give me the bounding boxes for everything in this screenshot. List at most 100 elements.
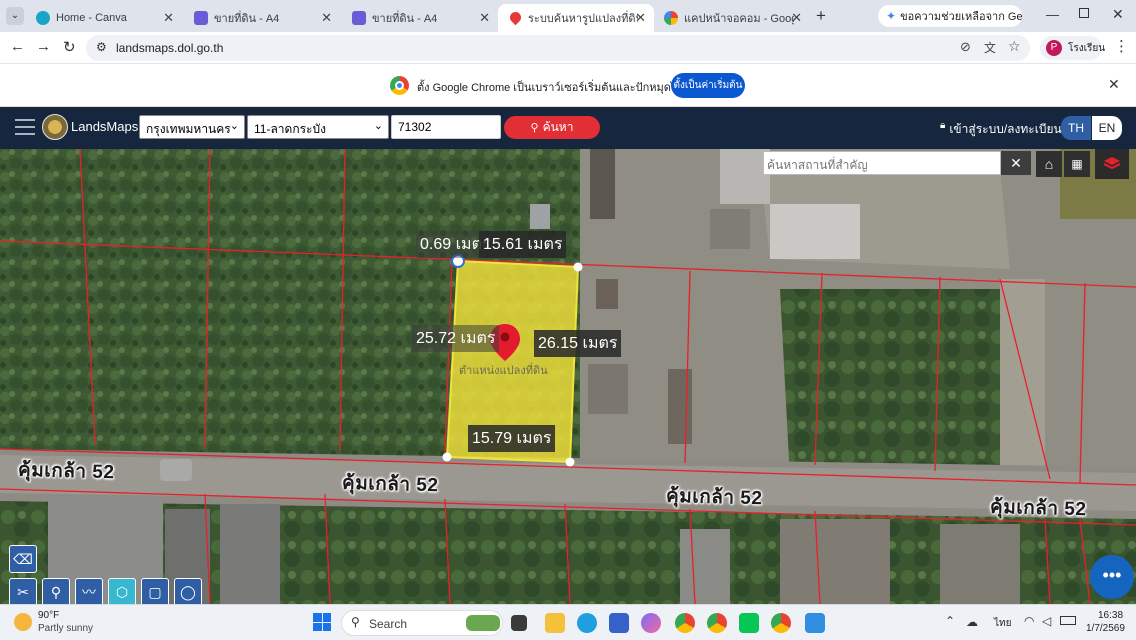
- search-button[interactable]: ⚲ ค้นหา: [504, 116, 600, 139]
- home-icon[interactable]: ⌂: [1036, 151, 1062, 177]
- building-roof: [680, 529, 730, 604]
- address-bar[interactable]: ⚙ landsmaps.dol.go.th ⊘ 文 ☆: [86, 35, 1030, 61]
- lock-icon: 🔒︎: [940, 120, 946, 131]
- vertex-handle[interactable]: [565, 457, 575, 467]
- tab-google-search[interactable]: แคปหน้าจอคอม - Google Se ✕: [654, 4, 810, 32]
- file-explorer-icon[interactable]: [545, 613, 565, 633]
- province-select[interactable]: กรุงเทพมหานคร ⌄: [139, 115, 245, 139]
- edge-icon[interactable]: [577, 613, 597, 633]
- weather-desc: Partly sunny: [38, 623, 94, 634]
- forward-arrow-icon[interactable]: →: [36, 38, 51, 55]
- profile-button[interactable]: P โรงเรียน: [1040, 36, 1105, 60]
- vehicle: [160, 459, 192, 481]
- close-icon[interactable]: ✕: [791, 10, 802, 26]
- building-roof: [220, 504, 280, 604]
- vertex-handle[interactable]: [442, 452, 452, 462]
- satellite-map[interactable]: [0, 149, 1136, 604]
- minimize-button[interactable]: —: [1046, 7, 1059, 22]
- new-tab-button[interactable]: +: [816, 6, 826, 26]
- site-info-icon[interactable]: ⚙: [96, 40, 107, 54]
- road-label: คุ้มเกล้า 52: [665, 485, 763, 510]
- district-select[interactable]: 11-ลาดกระบัง ⌄: [247, 115, 389, 139]
- bookmark-star-icon[interactable]: ☆: [1008, 38, 1021, 55]
- close-icon[interactable]: ✕: [479, 10, 490, 26]
- eraser-tool-button[interactable]: ⌫: [9, 545, 37, 573]
- maximize-button[interactable]: [1079, 8, 1089, 18]
- taskbar-search[interactable]: ⚲ Search: [341, 610, 503, 636]
- structure: [596, 279, 618, 309]
- set-default-button[interactable]: ตั้งเป็นค่าเริ่มต้น: [671, 73, 745, 98]
- line-tool-button[interactable]: 〰: [75, 578, 103, 604]
- tab-a4-1[interactable]: ขายที่ดิน - A4 ✕: [184, 4, 340, 32]
- road-label: คุ้มเกล้า 52: [989, 496, 1087, 521]
- chevron-up-icon[interactable]: ⌃: [945, 614, 955, 628]
- bare-ground: [940, 524, 1020, 604]
- windows-taskbar: 90°F Partly sunny ⚲ Search ⌃ ☁ ไทย ◠ ◁ 1…: [0, 604, 1136, 640]
- more-options-fab[interactable]: •••: [1090, 555, 1134, 599]
- back-arrow-icon[interactable]: ←: [10, 38, 25, 55]
- gemini-button[interactable]: ✦ ขอความช่วยเหลือจาก Gemini: [878, 5, 1022, 27]
- road-label: คุ้มเกล้า 52: [17, 459, 115, 484]
- document-icon: [194, 11, 208, 25]
- map-pin-dot: [500, 332, 510, 342]
- tab-a4-2[interactable]: ขายที่ดิน - A4 ✕: [342, 4, 498, 32]
- start-button[interactable]: [313, 613, 331, 631]
- speaker-icon[interactable]: ◁: [1042, 614, 1051, 628]
- close-icon[interactable]: ✕: [163, 10, 174, 26]
- close-icon[interactable]: ✕: [635, 10, 646, 26]
- structure: [530, 204, 550, 229]
- chevron-down-icon: ⌄: [373, 120, 383, 132]
- chrome-icon[interactable]: [675, 613, 695, 633]
- tab-canva[interactable]: Home - Canva ✕: [26, 4, 182, 32]
- bare-ground: [1000, 279, 1045, 484]
- line-app-icon[interactable]: [739, 613, 759, 633]
- document-icon: [352, 11, 366, 25]
- ruler-tool-button[interactable]: ✂: [9, 578, 37, 604]
- lang-th-button[interactable]: TH: [1061, 116, 1091, 140]
- tab-list-button[interactable]: ⌄: [6, 7, 24, 25]
- polygon-tool-button[interactable]: ⬡: [108, 578, 136, 604]
- dimension-label: 15.79 เมตร: [468, 425, 556, 452]
- close-infobar-icon[interactable]: ✕: [1108, 76, 1120, 93]
- input-language[interactable]: ไทย: [994, 616, 1011, 631]
- more-menu-icon[interactable]: ⋮: [1114, 37, 1129, 55]
- wifi-icon[interactable]: ◠: [1024, 614, 1034, 628]
- gemini-icon: ✦: [886, 9, 897, 23]
- dol-logo: [42, 114, 68, 140]
- google-icon: [664, 11, 678, 25]
- layers-icon[interactable]: [1095, 149, 1129, 179]
- search-icon: ⚲: [351, 615, 360, 629]
- map-canvas[interactable]: 0.69 เมตร 15.61 เมตร 25.72 เมตร 26.15 เม…: [0, 149, 1136, 604]
- onedrive-icon[interactable]: ☁: [966, 615, 978, 629]
- place-search-input[interactable]: ค้นหาสถานที่สำคัญ: [763, 151, 1001, 175]
- translate-icon[interactable]: 文: [984, 39, 996, 56]
- pin-tool-button[interactable]: ⚲: [42, 578, 70, 604]
- close-window-button[interactable]: ✕: [1112, 6, 1124, 23]
- structure: [590, 149, 615, 219]
- search-highlight-image: [466, 615, 500, 631]
- reload-icon[interactable]: ↻: [63, 38, 76, 56]
- login-link[interactable]: 🔒︎ เข้าสู่ระบบ/ลงทะเบียน: [940, 120, 1062, 139]
- hamburger-menu-icon[interactable]: [15, 119, 35, 135]
- close-icon[interactable]: ✕: [321, 10, 332, 26]
- rectangle-tool-button[interactable]: ▢: [141, 578, 169, 604]
- paint-icon[interactable]: [805, 613, 825, 633]
- battery-icon[interactable]: [1060, 616, 1076, 625]
- canva-icon: [36, 11, 50, 25]
- chrome-icon[interactable]: [771, 613, 791, 633]
- chrome-profile-icon[interactable]: [707, 613, 727, 633]
- task-view-icon[interactable]: [511, 615, 527, 631]
- copilot-icon[interactable]: [641, 613, 661, 633]
- vertex-handle[interactable]: [573, 262, 583, 272]
- building-roof: [770, 204, 860, 259]
- circle-tool-button[interactable]: ◯: [174, 578, 202, 604]
- tab-landsmaps[interactable]: ระบบค้นหารูปแปลงที่ดิน (Lands ✕: [498, 4, 654, 32]
- map-pin-icon: [507, 9, 524, 26]
- chevron-down-icon: ⌄: [229, 120, 239, 132]
- clear-search-button[interactable]: ✕: [1001, 151, 1031, 175]
- grid-icon[interactable]: ▦: [1064, 151, 1090, 177]
- store-icon[interactable]: [609, 613, 629, 633]
- lang-en-button[interactable]: EN: [1092, 116, 1122, 140]
- parcel-number-input[interactable]: 71302: [391, 115, 501, 139]
- eye-off-icon[interactable]: ⊘: [960, 39, 971, 55]
